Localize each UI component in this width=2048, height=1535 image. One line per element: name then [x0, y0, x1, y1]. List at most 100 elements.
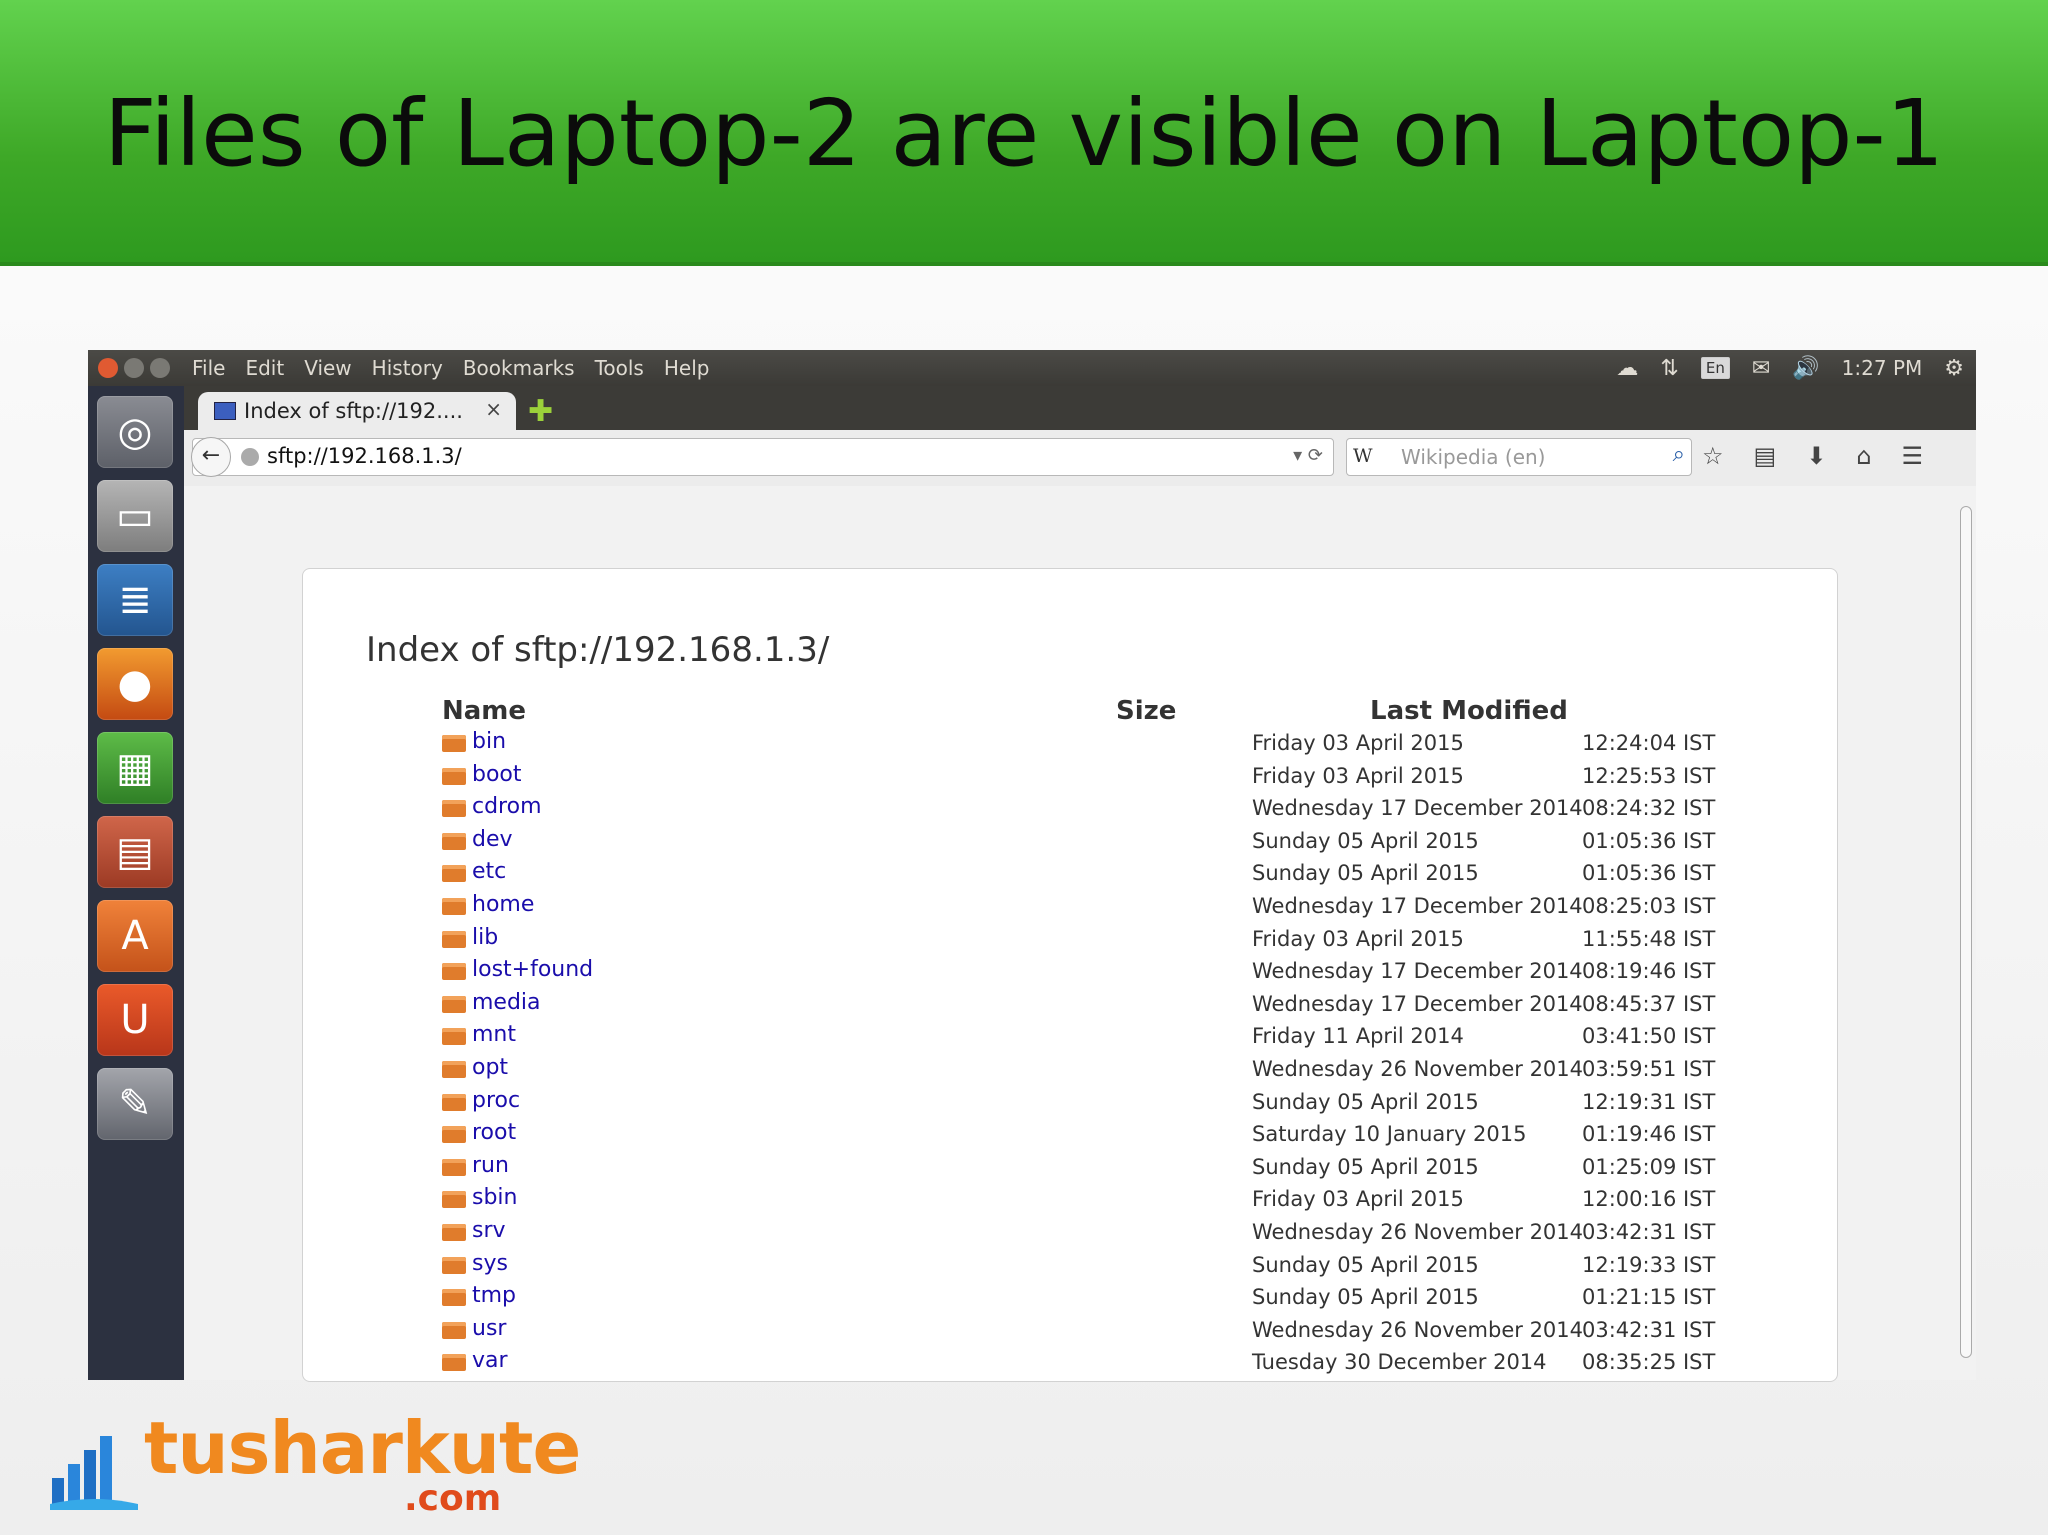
modified-time: 12:19:31 IST	[1582, 1089, 1716, 1114]
folder-icon	[442, 1093, 466, 1111]
firefox-icon[interactable]: ●	[97, 648, 173, 720]
menu-file[interactable]: File	[192, 356, 225, 380]
modified-date: Wednesday 17 December 2014	[1252, 959, 1583, 984]
folder-icon	[442, 963, 466, 981]
url-text[interactable]: sftp://192.168.1.3/	[267, 444, 462, 468]
network-arrows-icon[interactable]: ⇅	[1660, 356, 1678, 381]
file-link[interactable]: media	[472, 990, 541, 1015]
system-indicators: ☁ ⇅ En ✉ 🔊 1:27 PM ⚙	[1616, 354, 1964, 382]
menu-help[interactable]: Help	[664, 356, 710, 380]
slide-banner: Files of Laptop-2 are visible on Laptop-…	[0, 0, 2048, 266]
hamburger-menu-icon[interactable]: ☰	[1902, 442, 1924, 470]
gear-icon[interactable]: ⚙	[1944, 356, 1964, 381]
file-link[interactable]: opt	[472, 1055, 508, 1080]
reload-icon[interactable]: ▾ ⟳	[1293, 445, 1323, 466]
url-bar[interactable]: ← sftp://192.168.1.3/ ▾ ⟳	[191, 437, 1334, 477]
table-row: lost+found Wednesday 17 December 2014 08:1…	[0, 957, 2048, 989]
files-icon[interactable]: ▭	[97, 480, 173, 552]
app-menu: File Edit View History Bookmarks Tools H…	[192, 356, 709, 380]
close-window-button[interactable]	[98, 358, 118, 378]
modified-date: Friday 03 April 2015	[1252, 763, 1464, 788]
close-tab-icon[interactable]: ×	[485, 397, 502, 421]
file-link[interactable]: run	[472, 1153, 509, 1178]
modified-time: 01:19:46 IST	[1582, 1122, 1716, 1147]
clock[interactable]: 1:27 PM	[1842, 356, 1923, 380]
file-link[interactable]: etc	[472, 859, 506, 884]
maximize-window-button[interactable]	[150, 358, 170, 378]
column-header-size: Size	[1116, 696, 1177, 726]
home-icon[interactable]: ⌂	[1856, 442, 1871, 470]
table-row: usr Wednesday 26 November 2014 03:42:31 IS…	[0, 1316, 2048, 1348]
file-link[interactable]: mnt	[472, 1022, 516, 1047]
modified-time: 12:00:16 IST	[1582, 1187, 1716, 1212]
file-link[interactable]: bin	[472, 729, 506, 754]
writer-icon[interactable]: ≣	[97, 564, 173, 636]
folder-icon	[442, 995, 466, 1013]
file-link[interactable]: usr	[472, 1316, 506, 1341]
menu-edit[interactable]: Edit	[245, 356, 284, 380]
file-link[interactable]: lib	[472, 925, 498, 950]
modified-time: 01:21:15 IST	[1582, 1285, 1716, 1310]
mail-icon[interactable]: ✉	[1752, 356, 1770, 381]
slide-title: Files of Laptop-2 are visible on Laptop-…	[103, 80, 1945, 187]
tab-index-sftp[interactable]: Index of sftp://192.... ×	[198, 392, 516, 430]
modified-time: 08:35:25 IST	[1582, 1350, 1716, 1375]
file-link[interactable]: home	[472, 892, 534, 917]
bookmarks-list-icon[interactable]: ▤	[1754, 442, 1777, 470]
keyboard-language-indicator[interactable]: En	[1700, 357, 1730, 379]
table-row: proc Sunday 05 April 2015 12:19:31 IST	[0, 1088, 2048, 1120]
table-row: dev Sunday 05 April 2015 01:05:36 IST	[0, 827, 2048, 859]
modified-date: Wednesday 26 November 2014	[1252, 1220, 1584, 1244]
menu-tools[interactable]: Tools	[595, 356, 644, 380]
menu-history[interactable]: History	[372, 356, 443, 380]
dash-home-icon[interactable]: ◎	[97, 396, 173, 468]
logo-text: tusharkute	[144, 1406, 581, 1490]
bookmark-star-icon[interactable]: ☆	[1702, 442, 1724, 470]
download-icon[interactable]: ⬇	[1806, 442, 1826, 470]
folder-icon	[442, 1256, 466, 1274]
folder-icon	[442, 1028, 466, 1046]
search-input[interactable]: Wikipedia (en)	[1401, 445, 1545, 469]
logo-bars-icon	[50, 1436, 138, 1510]
table-row: media Wednesday 17 December 2014 08:45:37 …	[0, 990, 2048, 1022]
file-link[interactable]: lost+found	[472, 957, 593, 982]
file-link[interactable]: root	[472, 1120, 516, 1145]
file-link[interactable]: dev	[472, 827, 513, 852]
modified-time: 01:25:09 IST	[1582, 1154, 1716, 1179]
menu-bookmarks[interactable]: Bookmarks	[463, 356, 575, 380]
folder-icon	[442, 1126, 466, 1144]
wikipedia-icon[interactable]: W	[1353, 445, 1373, 467]
table-row: tmp Sunday 05 April 2015 01:21:15 IST	[0, 1283, 2048, 1315]
modified-date: Friday 03 April 2015	[1252, 926, 1464, 951]
folder-icon	[442, 735, 466, 752]
modified-time: 12:19:33 IST	[1582, 1252, 1716, 1277]
modified-time: 12:24:04 IST	[1582, 731, 1716, 755]
file-link[interactable]: srv	[472, 1218, 506, 1243]
file-link[interactable]: var	[472, 1348, 508, 1373]
folder-icon	[442, 1061, 466, 1078]
file-link[interactable]: tmp	[472, 1283, 516, 1308]
minimize-window-button[interactable]	[124, 358, 144, 378]
file-link[interactable]: cdrom	[472, 794, 542, 819]
folder-icon	[442, 767, 466, 785]
modified-date: Wednesday 26 November 2014	[1252, 1317, 1584, 1342]
back-arrow-icon[interactable]: ←	[191, 437, 231, 477]
file-link[interactable]: sbin	[472, 1185, 517, 1210]
folder-icon	[442, 832, 466, 850]
file-link[interactable]: proc	[472, 1088, 520, 1113]
search-icon[interactable]: ⌕	[1673, 442, 1685, 467]
file-link[interactable]: sys	[472, 1251, 508, 1276]
new-tab-button[interactable]: ✚	[528, 394, 553, 429]
table-row: boot Friday 03 April 2015 12:25:53 IST	[0, 762, 2048, 794]
volume-icon[interactable]: 🔊	[1792, 356, 1819, 381]
folder-icon	[442, 1354, 466, 1372]
menu-view[interactable]: View	[304, 356, 351, 380]
modified-time: 03:42:31 IST	[1582, 1317, 1716, 1342]
cloud-icon[interactable]: ☁	[1616, 356, 1638, 381]
navigation-toolbar: ← sftp://192.168.1.3/ ▾ ⟳ W Wikipedia (e…	[184, 430, 1976, 487]
monitor-icon	[214, 402, 236, 420]
search-bar[interactable]: W Wikipedia (en) ⌕	[1346, 438, 1692, 476]
file-link[interactable]: boot	[472, 762, 522, 787]
modified-date: Sunday 05 April 2015	[1252, 1252, 1479, 1277]
table-row: opt Wednesday 26 November 2014 03:59:51 IS…	[0, 1055, 2048, 1087]
